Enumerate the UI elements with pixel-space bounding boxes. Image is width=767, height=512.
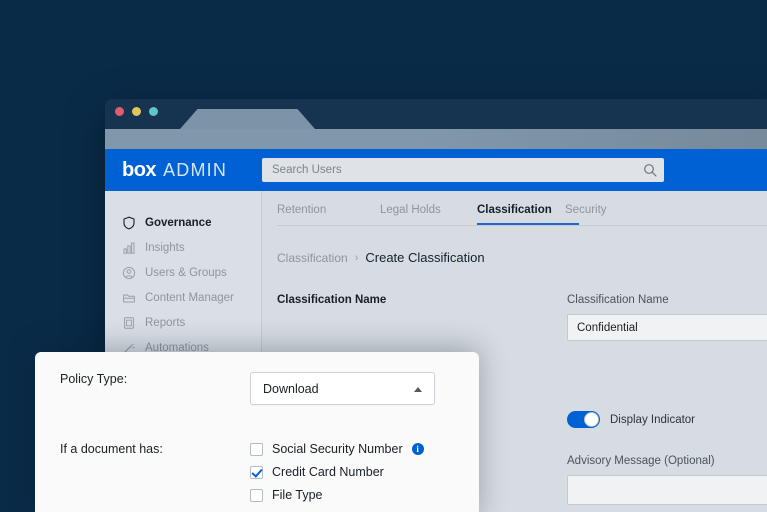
checkbox-box[interactable]: [250, 489, 263, 502]
condition-checkbox-list: Social Security Number i Credit Card Num…: [250, 442, 424, 502]
checkbox-label: Credit Card Number: [272, 465, 384, 479]
search-icon[interactable]: [643, 163, 657, 177]
minimize-window-button[interactable]: [132, 107, 141, 116]
search-input[interactable]: [262, 158, 664, 182]
tab-retention[interactable]: Retention: [277, 204, 380, 225]
breadcrumb-current: Create Classification: [365, 250, 484, 265]
tab-bar: Retention Legal Holds Classification Sec…: [277, 191, 767, 226]
brand-name: box: [122, 159, 156, 182]
window-controls: [115, 107, 158, 116]
toggle-knob: [584, 412, 599, 427]
checkbox-box[interactable]: [250, 466, 263, 479]
folder-icon: [122, 291, 136, 305]
document-condition-row: If a document has: Social Security Numbe…: [60, 442, 454, 502]
checkbox-label: File Type: [272, 488, 323, 502]
policy-type-row: Policy Type: Download: [60, 372, 454, 405]
policy-dialog: Policy Type: Download If a document has:…: [35, 352, 479, 512]
box-admin-logo[interactable]: box ADMIN: [122, 159, 260, 182]
classification-name-label: Classification Name: [567, 294, 767, 306]
maximize-window-button[interactable]: [149, 107, 158, 116]
chevron-right-icon: ›: [355, 252, 359, 264]
classification-name-input[interactable]: [567, 314, 767, 341]
sidebar-item-label: Governance: [145, 217, 211, 229]
display-indicator-row: Display Indicator: [567, 411, 767, 428]
browser-titlebar: [105, 99, 767, 129]
sidebar-item-label: Users & Groups: [145, 267, 227, 279]
tab-security[interactable]: Security: [565, 204, 607, 225]
advisory-message-label: Advisory Message (Optional): [567, 455, 767, 467]
sidebar-item-users-groups[interactable]: Users & Groups: [105, 260, 261, 285]
document-condition-label: If a document has:: [60, 442, 250, 456]
checkbox-box[interactable]: [250, 443, 263, 456]
caret-up-icon: [414, 387, 422, 392]
advisory-message-block: Advisory Message (Optional): [567, 455, 767, 505]
brand-suffix: ADMIN: [163, 160, 227, 181]
shield-icon: [122, 216, 136, 230]
form-section-right: Classification Name Display Indicator Ad…: [567, 294, 767, 505]
sidebar-item-insights[interactable]: Insights: [105, 235, 261, 260]
app-header: box ADMIN: [105, 149, 767, 191]
sidebar-item-label: Reports: [145, 317, 185, 329]
sidebar-item-content-manager[interactable]: Content Manager: [105, 285, 261, 310]
sidebar-item-label: Content Manager: [145, 292, 234, 304]
advisory-message-input[interactable]: [567, 475, 767, 505]
close-window-button[interactable]: [115, 107, 124, 116]
search-container: [262, 158, 664, 182]
user-circle-icon: [122, 266, 136, 280]
policy-type-label: Policy Type:: [60, 372, 250, 386]
display-indicator-label: Display Indicator: [610, 414, 695, 426]
checkbox-social-security-number[interactable]: Social Security Number i: [250, 442, 424, 456]
sidebar-item-reports[interactable]: Reports: [105, 310, 261, 335]
tab-classification[interactable]: Classification: [477, 204, 565, 225]
info-icon[interactable]: i: [412, 443, 424, 455]
browser-toolbar: [105, 129, 767, 149]
tab-legal-holds[interactable]: Legal Holds: [380, 204, 477, 225]
breadcrumb: Classification › Create Classification: [277, 250, 767, 265]
policy-type-value: Download: [263, 382, 319, 396]
sidebar-item-governance[interactable]: Governance: [105, 210, 261, 235]
breadcrumb-parent[interactable]: Classification: [277, 251, 348, 265]
browser-tab[interactable]: [180, 109, 315, 129]
display-indicator-toggle[interactable]: [567, 411, 600, 428]
policy-type-select[interactable]: Download: [250, 372, 435, 405]
document-icon: [122, 316, 136, 330]
bar-chart-icon: [122, 241, 136, 255]
sidebar-item-label: Insights: [145, 242, 185, 254]
checkbox-label: Social Security Number: [272, 442, 403, 456]
checkbox-credit-card-number[interactable]: Credit Card Number: [250, 465, 424, 479]
section-heading: Classification Name: [277, 294, 567, 306]
checkbox-file-type[interactable]: File Type: [250, 488, 424, 502]
desktop-background: box ADMIN: [0, 0, 767, 512]
